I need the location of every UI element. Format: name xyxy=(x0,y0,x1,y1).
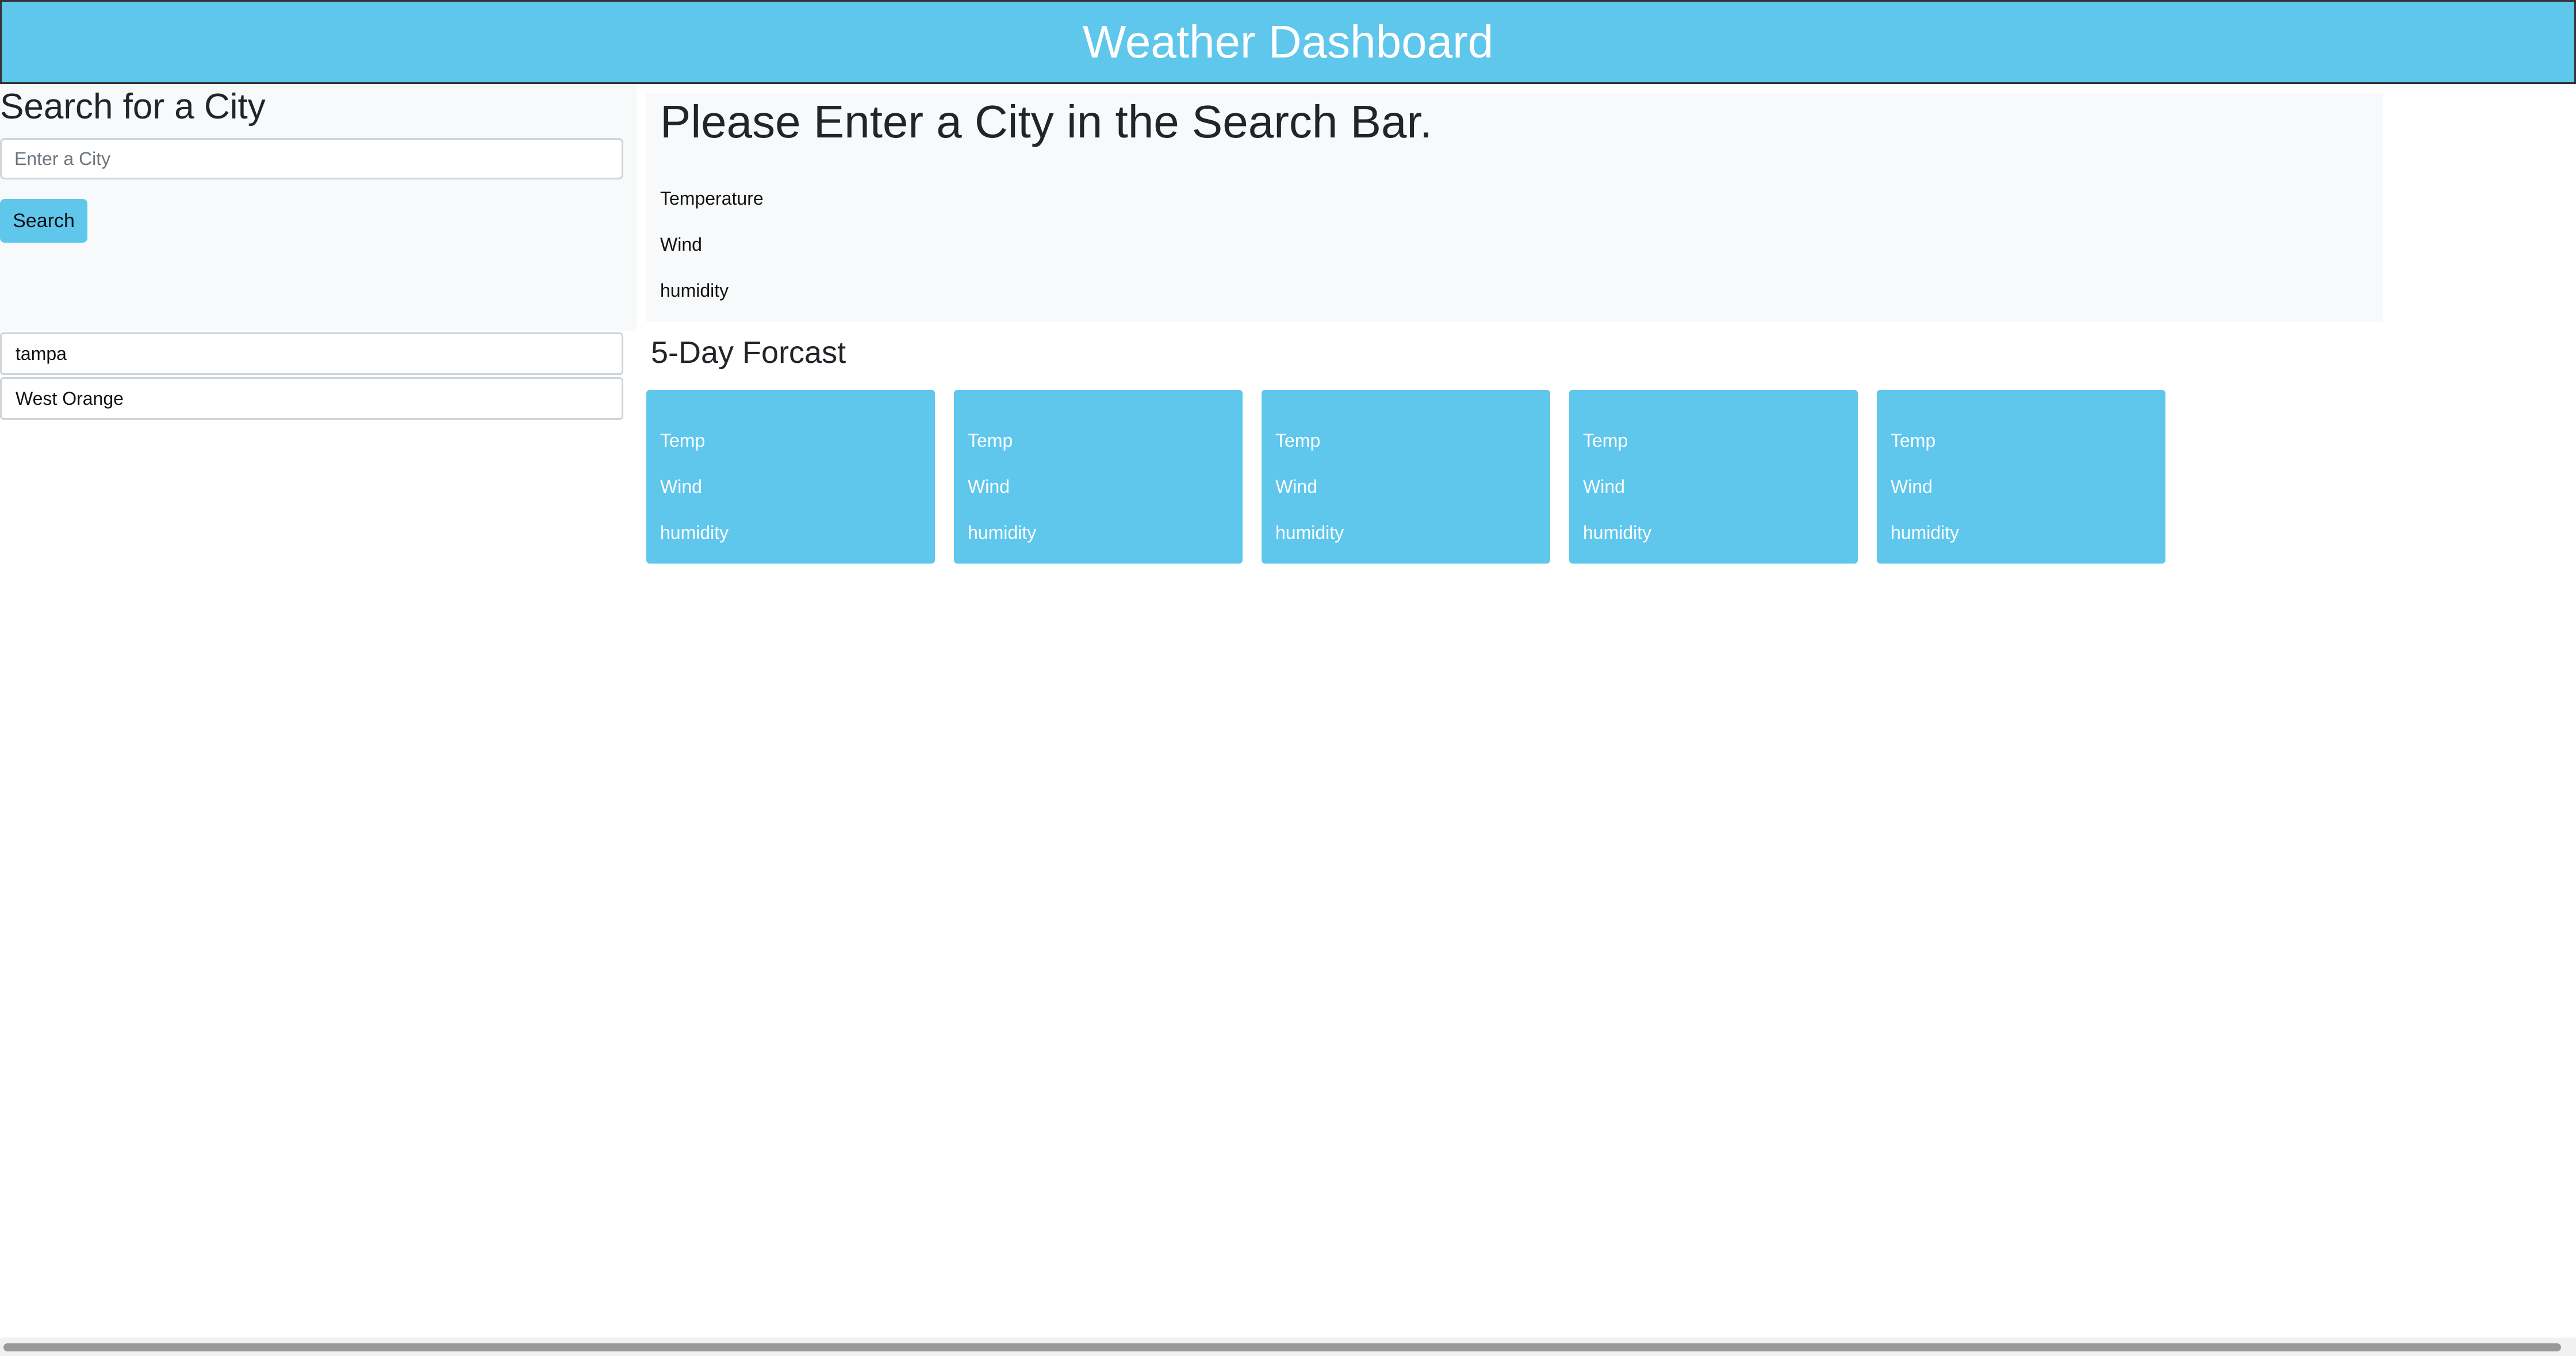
forecast-card: Temp Wind humidity xyxy=(646,390,935,564)
search-history-list: tampa West Orange xyxy=(0,332,623,422)
forecast-title: 5-Day Forcast xyxy=(651,335,846,370)
forecast-humidity: humidity xyxy=(1583,522,1652,543)
current-weather-heading: Please Enter a City in the Search Bar. xyxy=(660,96,1432,147)
forecast-card: Temp Wind humidity xyxy=(954,390,1243,564)
app-header: Weather Dashboard xyxy=(0,0,2576,84)
forecast-temp: Temp xyxy=(660,430,706,451)
forecast-wind: Wind xyxy=(1583,476,1625,497)
search-heading: Search for a City xyxy=(0,87,266,127)
forecast-humidity: humidity xyxy=(968,522,1037,543)
forecast-humidity: humidity xyxy=(1275,522,1344,543)
forecast-humidity: humidity xyxy=(1891,522,1960,543)
forecast-temp: Temp xyxy=(1275,430,1321,451)
history-item-west-orange[interactable]: West Orange xyxy=(0,377,623,420)
forecast-temp: Temp xyxy=(968,430,1013,451)
search-sidebar: Search for a City Search xyxy=(0,84,637,331)
forecast-wind: Wind xyxy=(968,476,1010,497)
forecast-card: Temp Wind humidity xyxy=(1262,390,1550,564)
forecast-humidity: humidity xyxy=(660,522,729,543)
forecast-card: Temp Wind humidity xyxy=(1569,390,1858,564)
current-wind: Wind xyxy=(660,234,702,255)
search-button[interactable]: Search xyxy=(0,199,87,243)
city-search-input[interactable] xyxy=(0,138,623,179)
scrollbar-thumb[interactable] xyxy=(3,1343,2561,1351)
forecast-wind: Wind xyxy=(1275,476,1317,497)
current-temperature: Temperature xyxy=(660,188,764,209)
current-humidity: humidity xyxy=(660,280,729,301)
forecast-temp: Temp xyxy=(1891,430,1936,451)
horizontal-scrollbar[interactable] xyxy=(0,1338,2576,1356)
page-title: Weather Dashboard xyxy=(1082,16,1494,67)
history-item-tampa[interactable]: tampa xyxy=(0,332,623,375)
current-weather-panel: Please Enter a City in the Search Bar. T… xyxy=(646,93,2383,322)
forecast-wind: Wind xyxy=(1891,476,1933,497)
forecast-wind: Wind xyxy=(660,476,702,497)
forecast-temp: Temp xyxy=(1583,430,1628,451)
forecast-card: Temp Wind humidity xyxy=(1877,390,2165,564)
